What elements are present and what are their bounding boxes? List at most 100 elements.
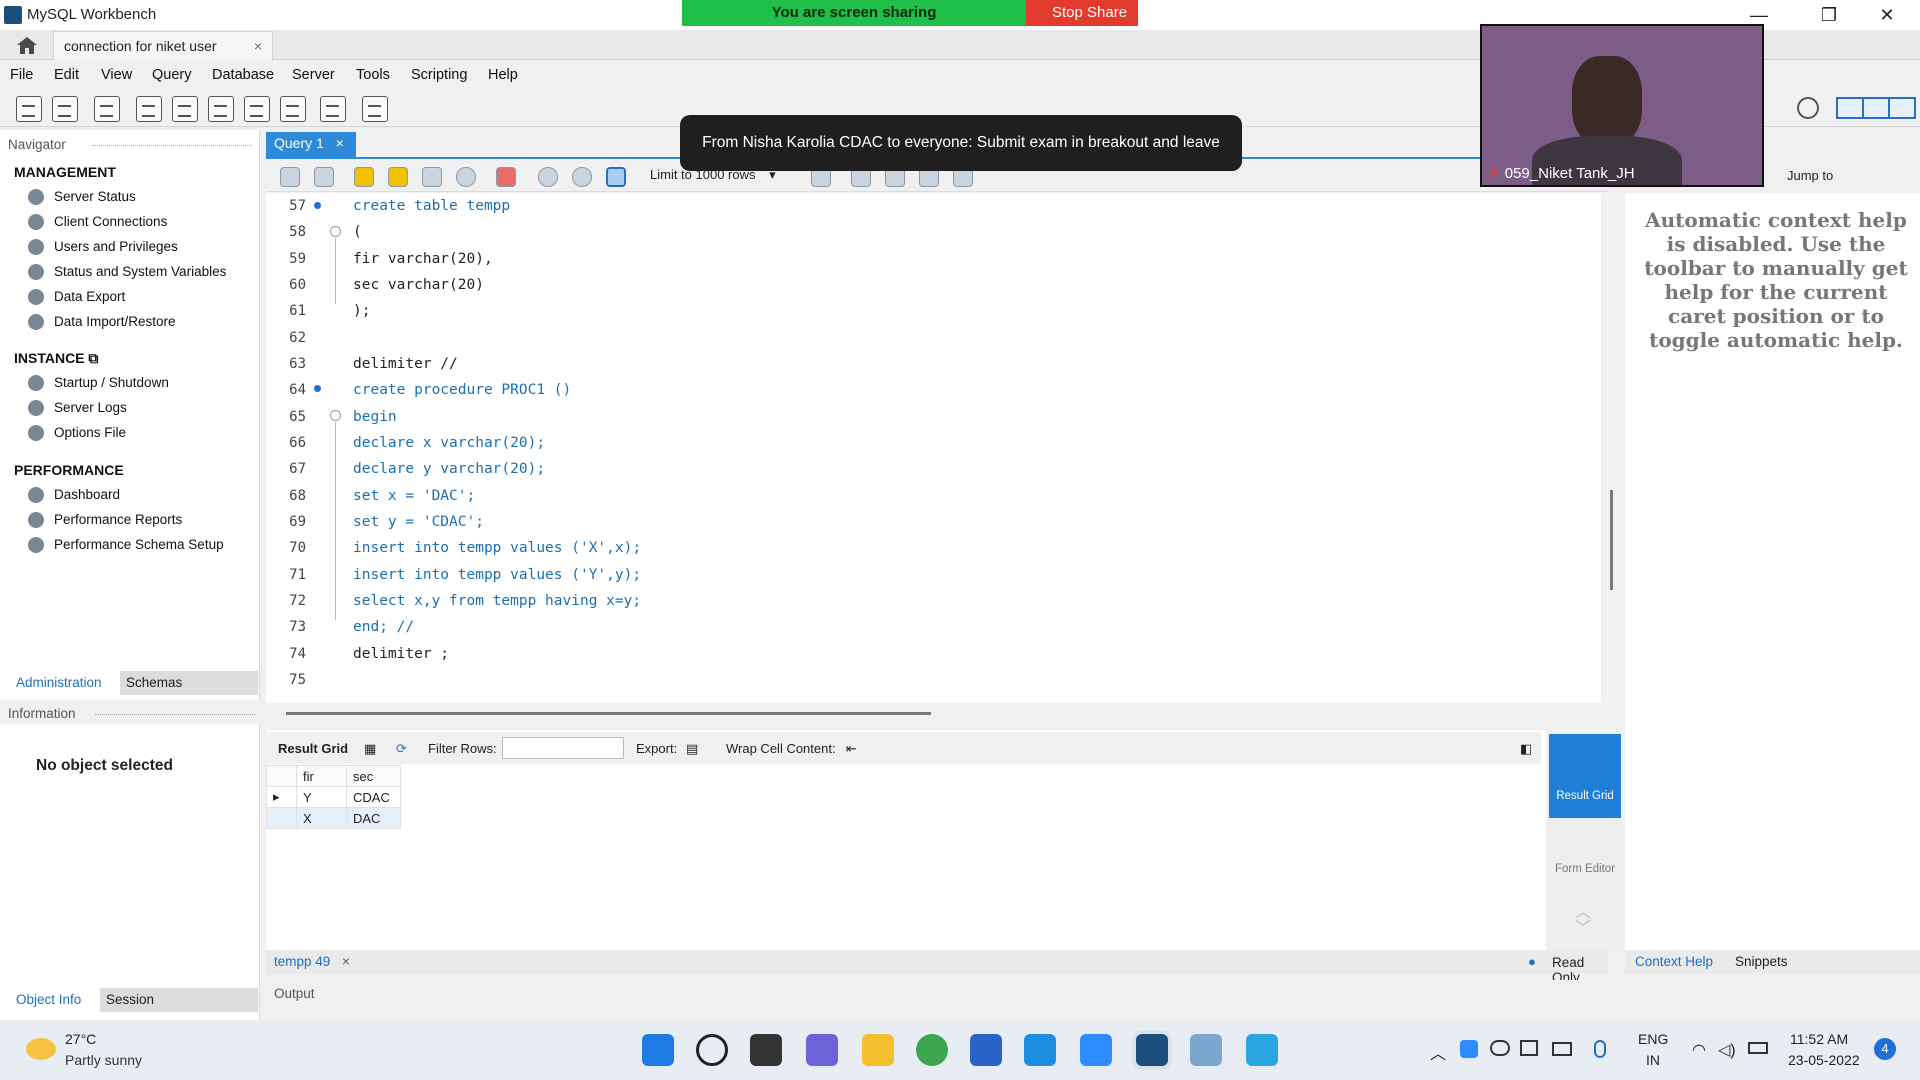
create-function-icon[interactable] (280, 96, 306, 122)
column-header[interactable]: sec (346, 765, 401, 787)
toggle-secondary-sidebar-icon[interactable] (1888, 97, 1916, 119)
jump-to-select[interactable]: Jump to (1787, 168, 1833, 183)
open-sql-script-icon[interactable] (52, 96, 78, 122)
notepad-icon[interactable] (1246, 1034, 1278, 1066)
file-explorer-icon[interactable] (862, 1034, 894, 1066)
connection-tab[interactable]: connection for niket user × (53, 31, 273, 61)
photos-icon[interactable] (1190, 1034, 1222, 1066)
create-view-icon[interactable] (208, 96, 234, 122)
store-icon[interactable] (970, 1034, 1002, 1066)
result-tab[interactable]: tempp 49 (274, 954, 330, 969)
create-procedure-icon[interactable] (244, 96, 270, 122)
notification-badge[interactable]: 4 (1874, 1038, 1896, 1060)
wifi-icon[interactable]: ◠ (1692, 1040, 1706, 1060)
stop-icon[interactable] (456, 167, 476, 187)
menu-database[interactable]: Database (212, 67, 274, 83)
microphone-icon[interactable] (1594, 1040, 1606, 1058)
chat-notification[interactable]: From Nisha Karolia CDAC to everyone: Sub… (680, 115, 1242, 171)
table-cell[interactable]: X (296, 807, 347, 829)
tab-snippets[interactable]: Snippets (1735, 954, 1788, 969)
tab-object-info[interactable]: Object Info (10, 988, 87, 1012)
menu-scripting[interactable]: Scripting (411, 67, 467, 83)
l-app-icon[interactable] (1024, 1034, 1056, 1066)
execute-current-icon[interactable] (388, 167, 408, 187)
result-grid[interactable]: fir sec ▸ Y CDAC X DAC (266, 765, 401, 829)
reconnect-icon[interactable] (362, 96, 388, 122)
open-file-icon[interactable] (280, 167, 300, 187)
participant-video[interactable] (1480, 24, 1764, 187)
form-editor-button[interactable]: Form Editor (1549, 825, 1621, 895)
wrap-icon[interactable]: ⇤ (846, 741, 857, 757)
menu-view[interactable]: View (101, 67, 132, 83)
rollback-icon[interactable] (572, 167, 592, 187)
weather-temp[interactable]: 27°C (65, 1031, 96, 1047)
menu-help[interactable]: Help (488, 67, 518, 83)
table-row[interactable]: ▸ Y CDAC (266, 786, 401, 808)
menu-edit[interactable]: Edit (54, 67, 79, 83)
chat-icon[interactable] (806, 1034, 838, 1066)
toggle-error-icon[interactable] (496, 167, 516, 187)
chrome-icon[interactable] (916, 1034, 948, 1066)
grid-view-icon[interactable]: ▦ (364, 741, 376, 757)
export-icon[interactable]: ▤ (686, 741, 698, 757)
menu-server[interactable]: Server (292, 67, 335, 83)
close-result-tab-icon[interactable]: × (342, 954, 350, 969)
refresh-icon[interactable]: ⟳ (396, 741, 407, 757)
search-icon[interactable] (696, 1034, 728, 1066)
close-window-button[interactable]: ✕ (1864, 0, 1910, 30)
mysql-workbench-taskbar-icon[interactable] (1136, 1034, 1168, 1066)
commit-icon[interactable] (538, 167, 558, 187)
table-cell[interactable]: CDAC (346, 786, 401, 808)
autocommit-icon[interactable] (606, 167, 626, 187)
menu-file[interactable]: File (10, 67, 33, 83)
close-query-tab-icon[interactable]: × (336, 135, 344, 151)
result-grid-label[interactable]: Result Grid (278, 741, 348, 756)
language-code[interactable]: ENG (1638, 1031, 1668, 1047)
menu-query[interactable]: Query (152, 67, 192, 83)
explain-icon[interactable] (422, 167, 442, 187)
table-row[interactable]: X DAC (266, 807, 401, 829)
task-view-icon[interactable] (750, 1034, 782, 1066)
new-sql-tab-icon[interactable] (16, 96, 42, 122)
create-table-icon[interactable] (172, 96, 198, 122)
zoom-icon[interactable] (1080, 1034, 1112, 1066)
toggle-output-icon[interactable] (1862, 97, 1890, 119)
filter-rows-input[interactable] (502, 737, 624, 759)
menu-tools[interactable]: Tools (356, 67, 390, 83)
battery-icon[interactable] (1748, 1042, 1768, 1054)
result-grid-button[interactable]: Result Grid (1549, 734, 1621, 818)
onedrive-icon[interactable] (1490, 1040, 1510, 1056)
dropbox-icon[interactable] (1520, 1040, 1538, 1056)
column-header[interactable]: fir (296, 765, 347, 787)
editor-horizontal-scrollbar[interactable] (286, 712, 931, 715)
settings-icon[interactable] (1797, 97, 1819, 119)
table-cell[interactable]: Y (296, 786, 347, 808)
clock-time[interactable]: 11:52 AM (1790, 1031, 1848, 1047)
tab-query-1[interactable]: Query 1 × (266, 132, 356, 158)
save-icon[interactable] (314, 167, 334, 187)
clock-date[interactable]: 23-05-2022 (1788, 1052, 1860, 1068)
execute-icon[interactable] (354, 167, 374, 187)
editor-vertical-scrollbar[interactable] (1610, 490, 1613, 590)
home-icon[interactable] (14, 34, 40, 56)
inspector-icon[interactable] (94, 96, 120, 122)
region-code[interactable]: IN (1646, 1052, 1660, 1068)
tab-session[interactable]: Session (100, 988, 258, 1012)
weather-desc[interactable]: Partly sunny (65, 1052, 142, 1068)
close-connection-tab-icon[interactable]: × (254, 38, 262, 54)
search-table-data-icon[interactable] (320, 96, 346, 122)
keyboard-icon[interactable] (1552, 1042, 1572, 1056)
restore-button[interactable]: ❐ (1806, 0, 1852, 30)
create-schema-icon[interactable] (136, 96, 162, 122)
start-icon[interactable] (642, 1034, 674, 1066)
scroll-arrows-icon[interactable]: ︿ ﹀ (1575, 905, 1591, 937)
toggle-sidebar-icon[interactable] (1836, 97, 1864, 119)
table-cell[interactable]: DAC (346, 807, 401, 829)
volume-icon[interactable]: ◁) (1718, 1040, 1736, 1060)
output-panel-header[interactable]: Output (266, 980, 1920, 1008)
stop-share-button[interactable]: Stop Share (1026, 0, 1138, 26)
chevron-up-icon[interactable]: ︿ (1430, 1040, 1446, 1064)
toggle-panel-icon[interactable]: ◧ (1520, 741, 1532, 757)
tab-context-help[interactable]: Context Help (1635, 954, 1713, 969)
weather-icon[interactable] (26, 1038, 56, 1060)
